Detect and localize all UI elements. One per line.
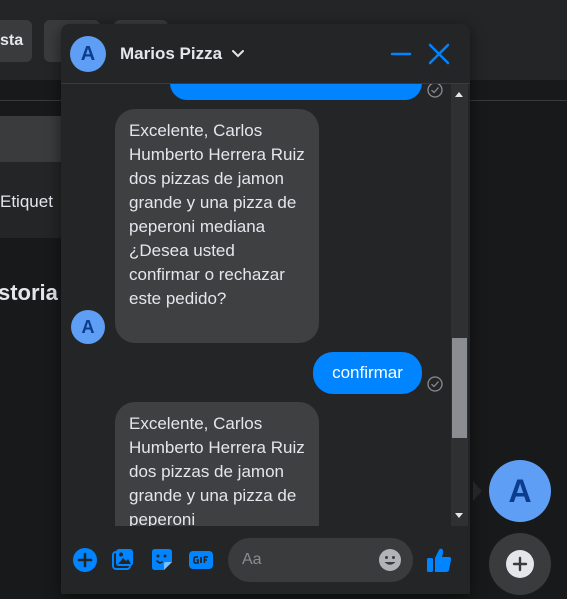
new-message-button[interactable] (489, 533, 551, 595)
sticker-icon[interactable] (149, 547, 175, 573)
header-avatar[interactable]: A (70, 36, 106, 72)
message-bubble-outgoing-partial (170, 84, 422, 100)
background-tag-text[interactable]: Etiquet (0, 192, 53, 212)
message-list: Excelente, Carlos Humberto Herrera Ruiz … (61, 84, 451, 526)
chat-header: A Marios Pizza (61, 24, 470, 84)
close-icon[interactable] (427, 42, 451, 66)
message-bubble-outgoing: confirmar (313, 352, 422, 394)
photo-icon[interactable] (110, 547, 136, 573)
new-message-icon (506, 550, 534, 578)
background-card (0, 116, 70, 162)
read-receipt-icon (427, 84, 443, 98)
background-history-heading: storia (0, 280, 58, 305)
chat-head-pointer (473, 481, 482, 501)
message-input[interactable] (242, 548, 372, 572)
chat-title[interactable]: Marios Pizza (120, 44, 222, 64)
message-input-container[interactable] (228, 538, 413, 582)
scroll-down-arrow-icon[interactable] (455, 513, 463, 518)
minimize-icon[interactable] (389, 42, 413, 66)
background-button-label: sta (0, 32, 24, 49)
plus-circle-icon[interactable] (72, 547, 98, 573)
message-composer (61, 526, 470, 594)
scrollbar-thumb[interactable] (452, 338, 467, 438)
thumbs-up-icon[interactable] (425, 546, 453, 574)
chat-head-avatar[interactable]: A (489, 460, 551, 522)
chat-window: A Marios Pizza Excelente, Carlos Humbert… (61, 24, 470, 594)
scroll-up-arrow-icon[interactable] (455, 92, 463, 97)
message-bubble-incoming: Excelente, Carlos Humberto Herrera Ruiz … (115, 109, 319, 343)
message-avatar[interactable]: A (71, 310, 105, 344)
gif-icon[interactable] (188, 547, 214, 573)
emoji-icon[interactable] (378, 548, 402, 572)
background-button[interactable]: sta (0, 20, 32, 62)
message-scrollbar[interactable] (451, 84, 468, 526)
chevron-down-icon[interactable] (231, 46, 245, 60)
message-bubble-incoming: Excelente, Carlos Humberto Herrera Ruiz … (115, 402, 319, 526)
read-receipt-icon (427, 376, 443, 392)
